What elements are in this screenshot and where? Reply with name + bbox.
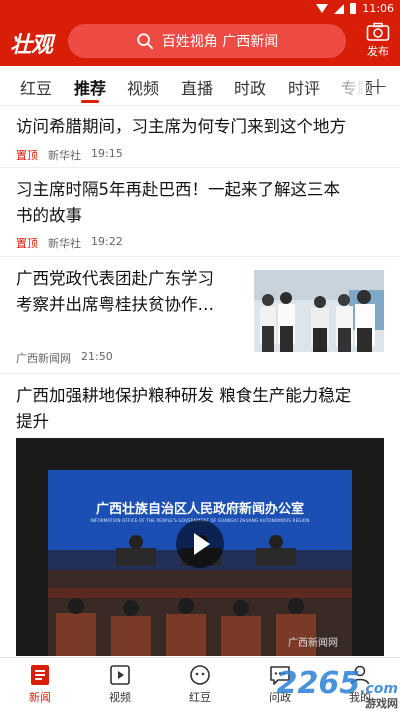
news-title: 广西加强耕地保护粮种研发 粮食生产能力稳定 提升 (16, 383, 351, 435)
status-time: 11:06 (362, 2, 394, 15)
news-meta: 置顶 新华社 19:15 (16, 147, 123, 163)
channel-tabs: 红豆 推荐 视频 直播 时政 时评 专题 + (0, 66, 400, 106)
app-header: 壮观 百姓视角 广西新闻 发布 (0, 18, 400, 66)
bean-icon (190, 665, 210, 685)
active-tab-indicator (81, 100, 99, 103)
status-icons: 11:06 (316, 2, 394, 15)
news-title-line: 广西党政代表团赴广东学习 (16, 269, 214, 288)
publish-button[interactable]: 发布 (364, 22, 392, 59)
tab-recommend[interactable]: 推荐 (74, 75, 106, 99)
thumbnail-photo (254, 270, 384, 352)
pinned-badge: 置顶 (16, 149, 38, 162)
video-icon (110, 665, 130, 685)
tabs-fade (326, 66, 366, 105)
news-item[interactable]: 访问希腊期间，习主席为何专门来到这个地方 置顶 新华社 19:15 (0, 107, 400, 168)
search-icon (137, 33, 153, 50)
news-title-line: 广西加强耕地保护粮种研发 粮食生产能力稳定 (16, 386, 352, 405)
nav-label: 红豆 (189, 691, 211, 704)
search-bar[interactable]: 百姓视角 广西新闻 (68, 24, 346, 58)
watermark-brand: 2265 (276, 666, 361, 701)
news-time: 21:50 (81, 350, 113, 363)
news-source: 新华社 (48, 149, 81, 162)
news-time: 19:15 (91, 147, 123, 160)
news-time: 19:22 (91, 235, 123, 248)
nav-label: 新闻 (29, 691, 51, 704)
signal-icon (334, 3, 345, 14)
tab-video[interactable]: 视频 (127, 75, 159, 99)
news-icon (31, 665, 49, 685)
nav-label: 视频 (109, 691, 131, 704)
tab-commentary[interactable]: 时评 (288, 75, 320, 99)
news-title-line: 书的故事 (16, 206, 82, 225)
add-channel-icon[interactable]: + (368, 72, 388, 100)
nav-video[interactable]: 视频 (90, 664, 150, 705)
publish-label: 发布 (367, 45, 389, 58)
news-title: 习主席时隔5年再赴巴西！一起来了解这三本 书的故事 (16, 177, 340, 229)
site-watermark: 2265.com 游戏网 (277, 666, 398, 711)
video-banner-text: 广西壮族自治区人民政府新闻办公室 (95, 502, 304, 517)
status-bar: 11:06 (0, 0, 400, 18)
nav-hongdou[interactable]: 红豆 (170, 664, 230, 705)
news-source: 新华社 (48, 237, 81, 250)
nav-news[interactable]: 新闻 (10, 664, 70, 705)
tab-politics[interactable]: 时政 (234, 75, 266, 99)
camera-icon (366, 22, 390, 41)
news-meta: 置顶 新华社 19:22 (16, 235, 123, 251)
news-meta: 广西新闻网 21:50 (16, 350, 113, 366)
news-title-line: 考察并出席粤桂扶贫协作… (16, 295, 214, 314)
news-title: 广西党政代表团赴广东学习 考察并出席粤桂扶贫协作… (16, 266, 246, 318)
news-thumbnail[interactable] (254, 270, 384, 352)
news-source: 广西新闻网 (16, 352, 71, 365)
app-logo: 壮观 (10, 32, 53, 58)
news-title-line: 习主席时隔5年再赴巴西！一起来了解这三本 (16, 180, 340, 199)
news-title: 访问希腊期间，习主席为何专门来到这个地方 (16, 117, 346, 136)
wifi-icon (316, 4, 329, 13)
video-watermark: 广西新闻网 (288, 638, 338, 649)
battery-icon (350, 3, 357, 14)
pinned-badge: 置顶 (16, 237, 38, 250)
news-title-line: 提升 (16, 412, 49, 431)
tab-hongdou[interactable]: 红豆 (20, 75, 52, 99)
tab-live[interactable]: 直播 (181, 75, 213, 99)
play-button[interactable] (176, 520, 224, 568)
search-placeholder: 百姓视角 广西新闻 (161, 34, 279, 50)
news-item[interactable]: 习主席时隔5年再赴巴西！一起来了解这三本 书的故事 置顶 新华社 19:22 (0, 169, 400, 257)
